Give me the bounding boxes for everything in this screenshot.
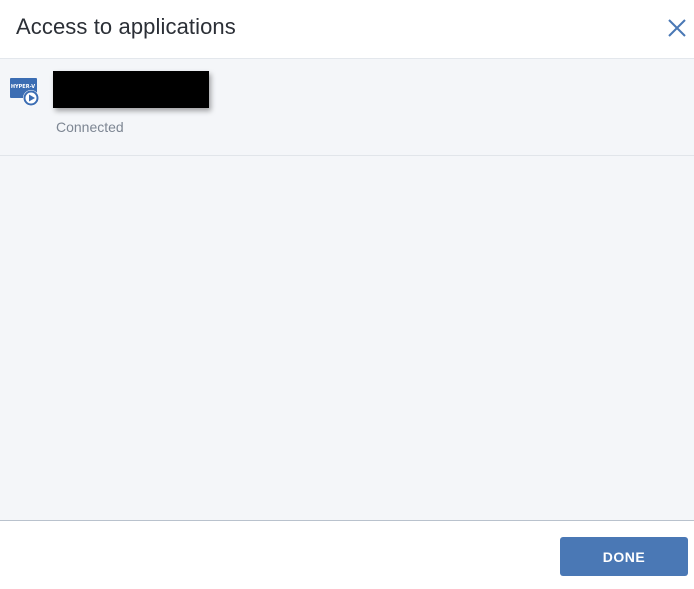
done-button[interactable]: DONE — [560, 537, 688, 576]
machine-name-redacted — [53, 71, 209, 108]
status-text: Connected — [56, 119, 124, 135]
dialog-title: Access to applications — [16, 14, 236, 39]
dialog-footer: DONE — [0, 520, 694, 589]
close-icon[interactable] — [666, 17, 688, 39]
list-item[interactable]: HYPER-V Connected — [0, 59, 694, 156]
hyper-v-icon: HYPER-V — [10, 78, 40, 108]
dialog-header: Access to applications — [0, 0, 694, 59]
dialog-body: HYPER-V Connected — [0, 59, 694, 520]
access-to-applications-dialog: Access to applications HYPER-V Connected — [0, 0, 694, 589]
hyper-v-label: HYPER-V — [11, 84, 35, 90]
